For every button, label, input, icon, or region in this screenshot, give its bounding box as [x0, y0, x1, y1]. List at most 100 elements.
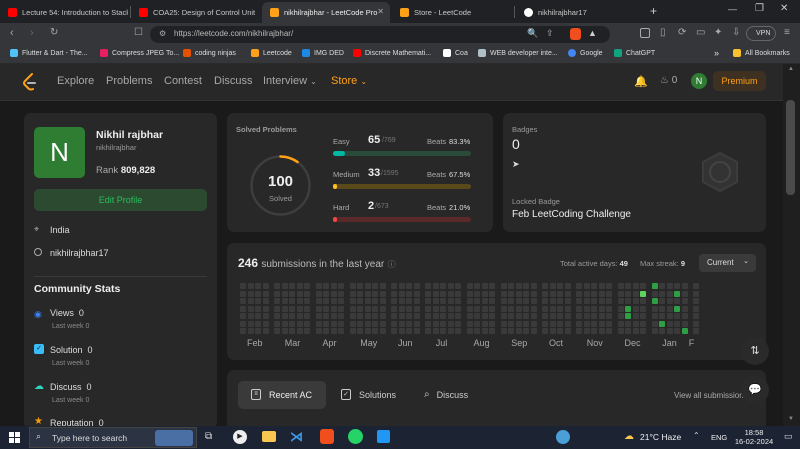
heatmap-cell[interactable]: [349, 305, 356, 312]
heatmap-cell[interactable]: [247, 283, 254, 289]
heatmap-cell[interactable]: [508, 328, 514, 334]
heatmap-cell[interactable]: [515, 320, 522, 327]
heatmap-cell[interactable]: [651, 283, 658, 289]
heatmap-cell[interactable]: [466, 290, 473, 297]
heatmap-cell[interactable]: [304, 283, 310, 289]
bookmark-item[interactable]: Coa: [443, 49, 468, 57]
heatmap-cell[interactable]: [557, 298, 563, 304]
heatmap-cell[interactable]: [681, 320, 688, 327]
heatmap-cell[interactable]: [440, 328, 446, 334]
heatmap-cell[interactable]: [564, 313, 571, 319]
heatmap-cell[interactable]: [357, 305, 363, 312]
heatmap-cell[interactable]: [632, 283, 639, 289]
heatmap-cell[interactable]: [338, 283, 344, 289]
heatmap-cell[interactable]: [391, 290, 397, 297]
heatmap-cell[interactable]: [447, 320, 454, 327]
heatmap-cell[interactable]: [598, 328, 605, 334]
heatmap-cell[interactable]: [515, 283, 522, 289]
heatmap-cell[interactable]: [523, 313, 529, 319]
file-explorer-icon[interactable]: [262, 431, 276, 442]
heatmap-cell[interactable]: [304, 290, 310, 297]
brave-shield-icon[interactable]: [570, 28, 581, 40]
heatmap-cell[interactable]: [391, 283, 397, 289]
heatmap-cell[interactable]: [247, 290, 254, 297]
heatmap-cell[interactable]: [296, 298, 303, 304]
whatsapp-icon[interactable]: [348, 429, 363, 444]
heatmap-cell[interactable]: [466, 305, 473, 312]
heatmap-cell[interactable]: [413, 298, 420, 304]
heatmap-cell[interactable]: [338, 305, 344, 312]
heatmap-cell[interactable]: [598, 298, 605, 304]
heatmap-cell[interactable]: [391, 298, 397, 304]
heatmap-cell[interactable]: [425, 328, 431, 334]
heatmap-cell[interactable]: [466, 283, 473, 289]
heatmap-cell[interactable]: [379, 298, 386, 304]
heatmap-cell[interactable]: [379, 328, 386, 334]
heatmap-cell[interactable]: [349, 290, 356, 297]
heatmap-cell[interactable]: [440, 283, 446, 289]
heatmap-cell[interactable]: [406, 305, 412, 312]
heatmap-cell[interactable]: [523, 283, 529, 289]
back-icon[interactable]: ‹: [10, 27, 14, 39]
heatmap-cell[interactable]: [523, 305, 529, 312]
notification-bell-icon[interactable]: 🔔: [634, 75, 648, 88]
heatmap-cell[interactable]: [542, 290, 548, 297]
heatmap-cell[interactable]: [281, 305, 288, 312]
heatmap-cell[interactable]: [549, 290, 556, 297]
heatmap-cell[interactable]: [315, 290, 322, 297]
heatmap-cell[interactable]: [274, 283, 280, 289]
media-player-icon[interactable]: ▶: [233, 430, 247, 444]
heatmap-cell[interactable]: [364, 298, 371, 304]
heatmap-cell[interactable]: [296, 290, 303, 297]
heatmap-cell[interactable]: [349, 313, 356, 319]
browser-tab[interactable]: Lecture 54: Introduction to Stack: [0, 2, 128, 23]
scroll-up-icon[interactable]: ▲: [788, 66, 794, 72]
nav-explore[interactable]: Explore: [57, 75, 94, 87]
bookmark-icon[interactable]: ☐: [134, 27, 143, 38]
browser-tab[interactable]: Store - LeetCode: [392, 2, 512, 23]
heatmap-cell[interactable]: [338, 298, 344, 304]
heatmap-cell[interactable]: [681, 290, 688, 297]
heatmap-cell[interactable]: [372, 320, 378, 327]
task-view-icon[interactable]: ⧉: [205, 431, 212, 442]
heatmap-cell[interactable]: [455, 320, 461, 327]
heatmap-cell[interactable]: [500, 283, 507, 289]
heatmap-cell[interactable]: [447, 328, 454, 334]
heatmap-cell[interactable]: [315, 298, 322, 304]
clock[interactable]: 18:58 16-02-2024: [730, 428, 778, 446]
heatmap-cell[interactable]: [500, 313, 507, 319]
heatmap-cell[interactable]: [564, 298, 571, 304]
heatmap-cell[interactable]: [432, 313, 439, 319]
heatmap-cell[interactable]: [617, 305, 624, 312]
heatmap-cell[interactable]: [515, 313, 522, 319]
heatmap-cell[interactable]: [466, 313, 473, 319]
heatmap-cell[interactable]: [625, 290, 631, 297]
heatmap-cell[interactable]: [432, 290, 439, 297]
heatmap-cell[interactable]: [398, 283, 405, 289]
heatmap-cell[interactable]: [606, 313, 612, 319]
heatmap-cell[interactable]: [289, 290, 295, 297]
heatmap-cell[interactable]: [289, 305, 295, 312]
heatmap-cell[interactable]: [549, 328, 556, 334]
vscode-icon[interactable]: ⋊: [290, 429, 303, 445]
heatmap-cell[interactable]: [262, 313, 269, 319]
scrollbar-thumb[interactable]: [786, 100, 795, 195]
heatmap-cell[interactable]: [481, 298, 488, 304]
heatmap-cell[interactable]: [500, 320, 507, 327]
heatmap-cell[interactable]: [515, 290, 522, 297]
heatmap-cell[interactable]: [247, 328, 254, 334]
heatmap-cell[interactable]: [681, 305, 688, 312]
heatmap-cell[interactable]: [564, 320, 571, 327]
heatmap-cell[interactable]: [576, 313, 582, 319]
heatmap-cell[interactable]: [247, 305, 254, 312]
tray-chevron-icon[interactable]: ⌃: [693, 431, 700, 440]
heatmap-cell[interactable]: [693, 298, 699, 304]
heatmap-cell[interactable]: [530, 320, 537, 327]
windows-start-icon[interactable]: [9, 432, 20, 443]
heatmap-cell[interactable]: [398, 313, 405, 319]
heatmap-cell[interactable]: [338, 290, 344, 297]
heatmap-cell[interactable]: [240, 283, 246, 289]
heatmap-cell[interactable]: [515, 298, 522, 304]
heatmap-cell[interactable]: [391, 320, 397, 327]
nav-discuss[interactable]: Discuss: [214, 75, 253, 87]
